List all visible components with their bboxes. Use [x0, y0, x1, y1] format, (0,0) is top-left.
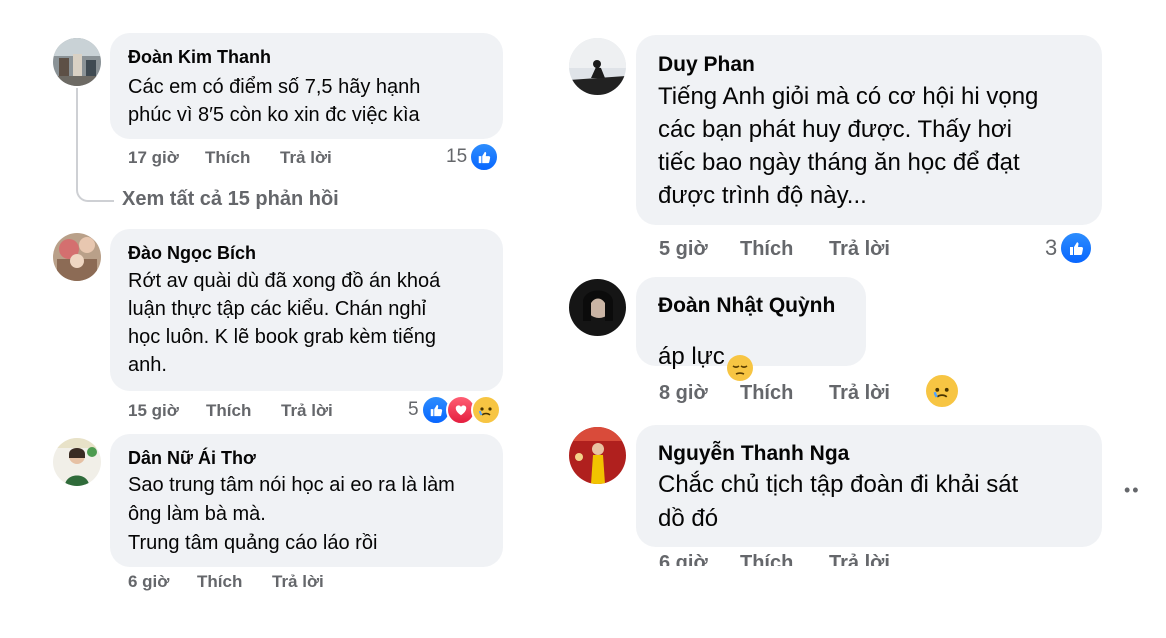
view-all-replies-link[interactable]: Xem tất cả 15 phản hồi: [122, 188, 339, 211]
avatar[interactable]: [53, 233, 101, 281]
comment-author[interactable]: Đoàn Nhật Quỳnh: [658, 294, 835, 318]
comment-text: Tiếng Anh giỏi mà có cơ hội hi vọng các …: [658, 83, 1039, 209]
reply-button[interactable]: Trả lời: [272, 572, 324, 592]
comment-text: Sao trung tâm nói học ai eo ra là làm ôn…: [128, 474, 455, 554]
comment-time[interactable]: 6 giờ: [128, 572, 169, 592]
like-button[interactable]: Thích: [197, 572, 242, 592]
like-button[interactable]: Thích: [740, 382, 793, 405]
comment-text-value: áp lực: [658, 342, 725, 370]
comment-author[interactable]: Duy Phan: [658, 53, 755, 77]
sad-icon: [470, 395, 501, 425]
comment-time[interactable]: 17 giờ: [128, 148, 179, 168]
pensive-face-emoji: [726, 321, 754, 391]
comment-text: áp lực: [658, 321, 754, 391]
more-dots-icon[interactable]: ••: [1124, 480, 1141, 501]
comment-time[interactable]: 6 giờ: [659, 552, 708, 566]
reply-button[interactable]: Trả lời: [280, 148, 332, 168]
comments-column-right: Duy Phan Tiếng Anh giỏi mà có cơ hội hi …: [540, 0, 1166, 566]
reply-thread-line: [76, 88, 114, 202]
comment-author[interactable]: Đào Ngọc Bích: [128, 243, 256, 264]
reaction-summary[interactable]: 3: [1045, 231, 1094, 265]
comment-bubble: Đoàn Nhật Quỳnh áp lực: [636, 277, 866, 381]
comment-author[interactable]: Nguyễn Thanh Nga: [658, 442, 849, 466]
reaction-summary[interactable]: 15: [446, 142, 500, 172]
avatar[interactable]: [569, 38, 626, 95]
like-button[interactable]: Thích: [740, 238, 793, 261]
comment-bubble: Đào Ngọc Bích Rớt av quài dù đã xong đồ …: [110, 229, 503, 391]
like-button[interactable]: Thích: [740, 552, 793, 566]
avatar[interactable]: [53, 38, 101, 86]
like-icon: [469, 142, 500, 172]
comment-bubble: Nguyễn Thanh Nga Chắc chủ tịch tập đoàn …: [636, 425, 1102, 547]
reaction-summary[interactable]: [924, 373, 960, 409]
avatar[interactable]: [569, 427, 626, 484]
avatar[interactable]: [53, 438, 101, 486]
comment-time[interactable]: 5 giờ: [659, 238, 708, 261]
comment-bubble: Đoàn Kim Thanh Các em có điểm số 7,5 hãy…: [110, 33, 503, 139]
comment-text: Các em có điểm số 7,5 hãy hạnh phúc vì 8…: [128, 76, 421, 126]
comment-time[interactable]: 8 giờ: [659, 382, 708, 405]
like-icon: [1059, 231, 1094, 265]
reaction-count: 5: [408, 399, 419, 420]
comment-author[interactable]: Đoàn Kim Thanh: [128, 47, 271, 68]
reaction-count: 3: [1045, 235, 1058, 260]
like-button[interactable]: Thích: [206, 401, 251, 421]
comments-column-left: Đoàn Kim Thanh Các em có điểm số 7,5 hãy…: [0, 0, 520, 638]
comment-text: Rớt av quài dù đã xong đồ án khoá luận t…: [128, 270, 441, 376]
comment-time[interactable]: 15 giờ: [128, 401, 179, 421]
reaction-summary[interactable]: 5: [408, 395, 501, 425]
reply-button[interactable]: Trả lời: [281, 401, 333, 421]
comment-bubble: Duy Phan Tiếng Anh giỏi mà có cơ hội hi …: [636, 35, 1102, 225]
reply-button[interactable]: Trả lời: [829, 238, 890, 261]
sad-icon: [924, 373, 960, 409]
reply-button[interactable]: Trả lời: [829, 382, 890, 405]
comment-author[interactable]: Dân Nữ Ái Thơ: [128, 448, 256, 469]
like-button[interactable]: Thích: [205, 148, 250, 168]
reaction-count: 15: [446, 146, 468, 167]
reply-button[interactable]: Trả lời: [829, 552, 890, 566]
comment-text: Chắc chủ tịch tập đoàn đi khải sát dồ đó: [658, 471, 1019, 532]
comment-bubble: Dân Nữ Ái Thơ Sao trung tâm nói học ai e…: [110, 434, 503, 567]
avatar[interactable]: [569, 279, 626, 336]
